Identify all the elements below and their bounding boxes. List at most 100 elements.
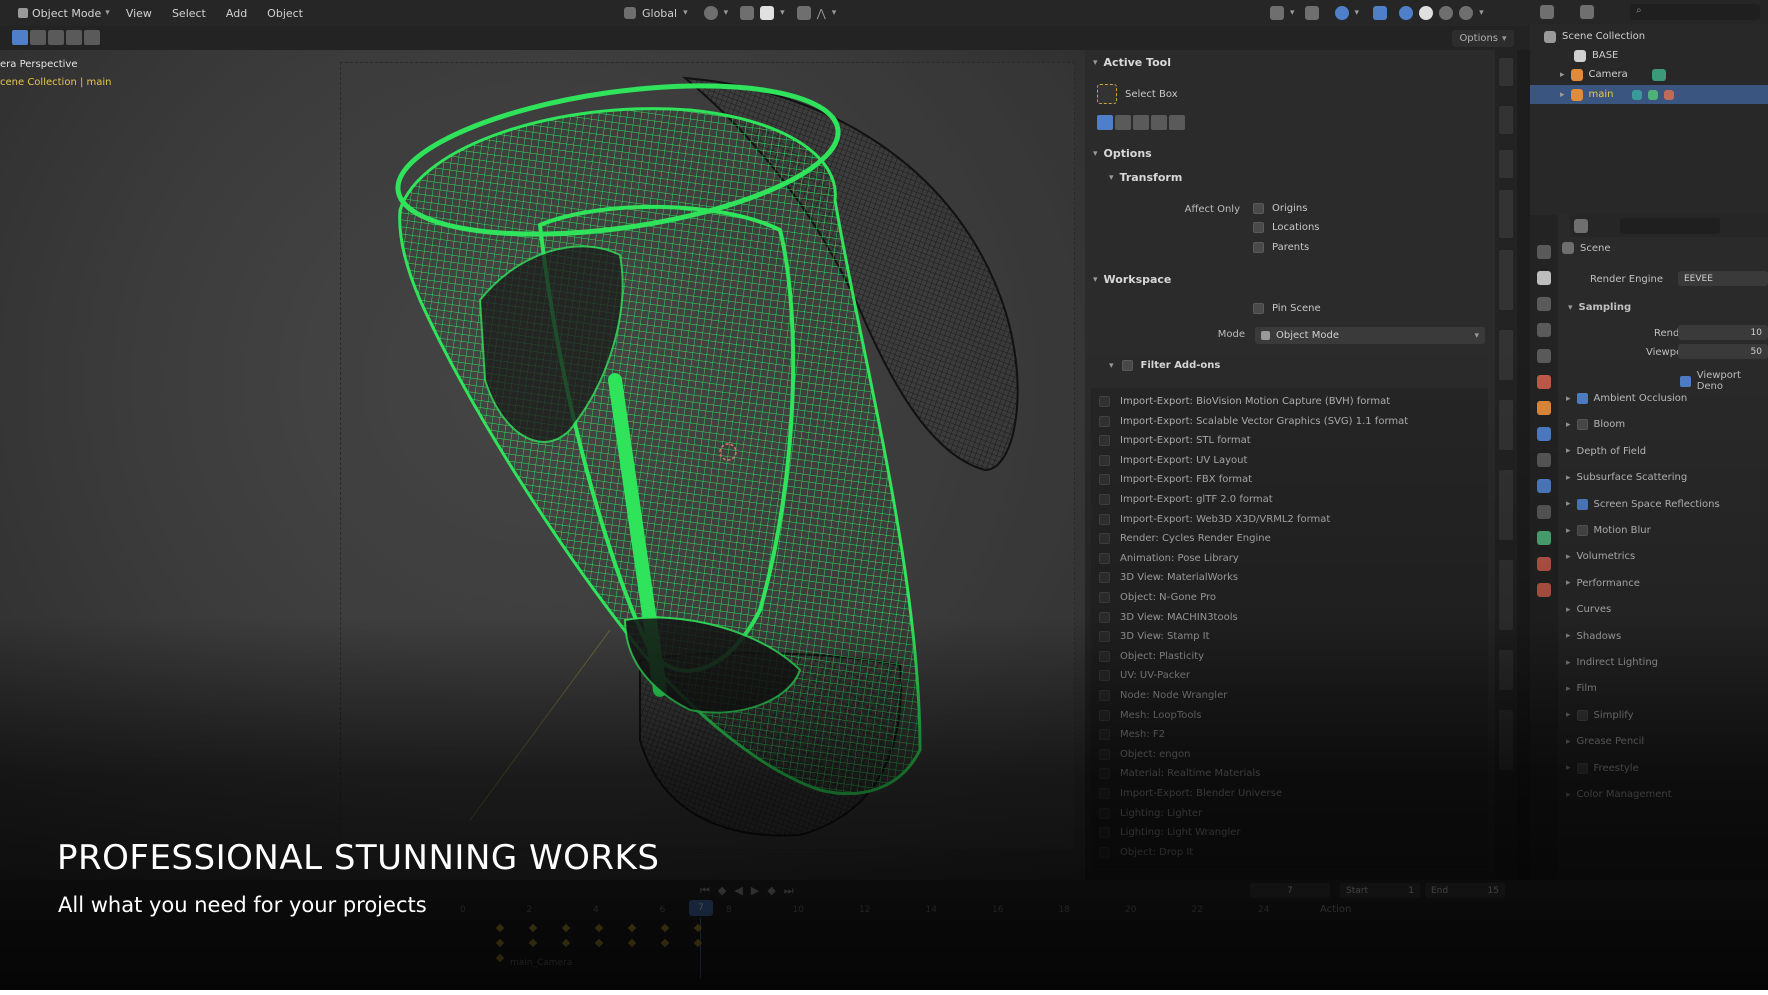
transform-orientation[interactable]: Global — [642, 7, 677, 20]
mode-set-icon[interactable] — [1097, 115, 1113, 130]
addon-row[interactable]: Lighting: Lighter — [1099, 807, 1202, 819]
tab-machin3[interactable] — [1499, 710, 1513, 770]
rendered-shading-icon[interactable] — [1459, 6, 1474, 20]
material-shading-icon[interactable] — [1439, 6, 1454, 20]
properties-panel-header[interactable]: ▸ Depth of Field — [1566, 446, 1646, 457]
play-icon[interactable]: ▶ — [751, 884, 759, 898]
outliner-search-input[interactable]: ⌕ — [1630, 4, 1760, 20]
filter-addons[interactable]: ▾ Filter Add-ons — [1109, 360, 1220, 371]
outliner-scene-collection[interactable]: Scene Collection — [1530, 27, 1768, 46]
properties-panel-header[interactable]: ▸ Motion Blur — [1566, 525, 1651, 536]
active-tool-header[interactable]: ▾ Active Tool — [1085, 56, 1495, 69]
properties-panel-header[interactable]: ▸ Ambient Occlusion — [1566, 393, 1687, 404]
texture-tab-icon[interactable] — [1537, 583, 1551, 597]
tool-select-box[interactable]: Select Box — [1097, 84, 1178, 104]
checkbox[interactable] — [1099, 474, 1110, 486]
viewport-denoise[interactable]: Viewport Deno — [1680, 370, 1768, 392]
select-new-icon[interactable] — [12, 30, 28, 45]
addon-row[interactable]: Node: Node Wrangler — [1099, 690, 1227, 701]
keyframe-marker[interactable] — [495, 938, 505, 948]
properties-panel-header[interactable]: ▸ Volumetrics — [1566, 551, 1635, 562]
visibility-icon[interactable] — [1270, 6, 1284, 20]
tool-tab-icon[interactable] — [1537, 245, 1551, 259]
addon-row[interactable]: 3D View: MACHIN3tools — [1099, 611, 1238, 623]
properties-panel-header[interactable]: ▸ Grease Pencil — [1566, 736, 1644, 747]
modifier-tab-icon[interactable] — [1537, 427, 1551, 441]
start-frame-field[interactable]: Start 1 — [1340, 883, 1420, 898]
checkbox[interactable] — [1099, 415, 1110, 427]
checkbox[interactable] — [1576, 393, 1588, 404]
checkbox[interactable] — [1099, 611, 1110, 623]
properties-panel-header[interactable]: ▸ Freestyle — [1566, 762, 1639, 774]
checkbox[interactable] — [1099, 494, 1110, 505]
addon-row[interactable]: 3D View: MaterialWorks — [1099, 572, 1238, 584]
checkbox[interactable] — [1099, 650, 1110, 662]
render-engine-select[interactable]: EEVEE — [1678, 271, 1768, 286]
properties-panel-header[interactable]: ▸ Film — [1566, 683, 1597, 694]
checkbox[interactable] — [1099, 572, 1110, 584]
menu-add[interactable]: Add — [216, 7, 257, 20]
overlays-icon[interactable] — [1334, 6, 1349, 20]
addon-row[interactable]: Object: engon — [1099, 748, 1190, 760]
properties-panel-header[interactable]: ▸ Simplify — [1566, 709, 1634, 721]
checkbox[interactable] — [1576, 709, 1588, 721]
view-layer-tab-icon[interactable] — [1537, 323, 1551, 337]
checkbox[interactable] — [1099, 729, 1110, 741]
output-tab-icon[interactable] — [1537, 297, 1551, 311]
material-icon[interactable] — [1663, 89, 1674, 100]
viewport-samples-field[interactable]: 50 — [1678, 344, 1768, 359]
tab-uvpacker[interactable] — [1499, 400, 1513, 450]
options-header[interactable]: ▾ Options — [1085, 147, 1495, 160]
physics-tab-icon[interactable] — [1537, 479, 1551, 493]
keyframe-marker[interactable] — [660, 938, 670, 948]
checkbox[interactable] — [1099, 631, 1110, 643]
checkbox[interactable] — [1099, 454, 1110, 466]
sampling-header[interactable]: ▾ Sampling — [1568, 302, 1631, 313]
world-tab-icon[interactable] — [1537, 375, 1551, 389]
addon-row[interactable]: Material: Realtime Materials — [1099, 768, 1260, 780]
keyframe-marker[interactable] — [627, 923, 637, 933]
mesh-data-icon[interactable] — [1647, 89, 1658, 100]
affect-locations[interactable]: Locations — [1253, 222, 1320, 233]
properties-panel-header[interactable]: ▸ Bloom — [1566, 419, 1625, 431]
checkbox[interactable] — [1121, 360, 1133, 371]
end-frame-field[interactable]: End 15 — [1425, 883, 1505, 898]
properties-search-input[interactable] — [1620, 218, 1720, 234]
addon-row[interactable]: Mesh: F2 — [1099, 729, 1165, 741]
checkbox[interactable] — [1099, 435, 1110, 447]
wireframe-shading-icon[interactable] — [1399, 6, 1414, 20]
tab-item[interactable] — [1499, 58, 1513, 86]
addon-row[interactable]: Import-Export: Scalable Vector Graphics … — [1099, 415, 1408, 427]
jump-keyframe-forward-icon[interactable]: ◆ — [767, 884, 775, 898]
keyframe-marker[interactable] — [561, 923, 571, 933]
keyframe-marker[interactable] — [495, 923, 505, 933]
addon-row[interactable]: Object: N-Gone Pro — [1099, 592, 1216, 603]
addon-row[interactable]: Import-Export: STL format — [1099, 435, 1251, 447]
properties-panel-header[interactable]: ▸ Color Management — [1566, 789, 1672, 800]
options-button[interactable]: Options ▾ — [1452, 30, 1514, 47]
checkbox[interactable] — [1099, 533, 1110, 545]
properties-panel-header[interactable]: ▸ Shadows — [1566, 631, 1621, 642]
addon-row[interactable]: Lighting: Light Wrangler — [1099, 827, 1241, 839]
keyframe-marker[interactable] — [528, 923, 538, 933]
checkbox[interactable] — [1253, 303, 1264, 314]
checkbox[interactable] — [1680, 375, 1691, 387]
mode-invert-icon[interactable] — [1151, 115, 1167, 130]
particles-tab-icon[interactable] — [1537, 453, 1551, 467]
modifier-icon[interactable] — [1631, 89, 1642, 100]
checkbox[interactable] — [1099, 396, 1110, 407]
jump-end-icon[interactable]: ⏭ — [784, 884, 794, 898]
play-reverse-icon[interactable]: ◀ — [734, 884, 742, 898]
data-tab-icon[interactable] — [1537, 531, 1551, 545]
jump-start-icon[interactable]: ⏮ — [700, 884, 710, 898]
addon-row[interactable]: Import-Export: BioVision Motion Capture … — [1099, 396, 1390, 407]
mode-extend-icon[interactable] — [1115, 115, 1131, 130]
menu-object[interactable]: Object — [257, 7, 313, 20]
mode-subtract-icon[interactable] — [1133, 115, 1149, 130]
addon-row[interactable]: Import-Export: UV Layout — [1099, 454, 1247, 466]
checkbox[interactable] — [1253, 203, 1264, 214]
editor-type-icon[interactable] — [1574, 219, 1588, 233]
addon-row[interactable]: Animation: Pose Library — [1099, 552, 1239, 564]
snap-icon[interactable] — [740, 6, 755, 20]
select-subtract-icon[interactable] — [48, 30, 64, 45]
